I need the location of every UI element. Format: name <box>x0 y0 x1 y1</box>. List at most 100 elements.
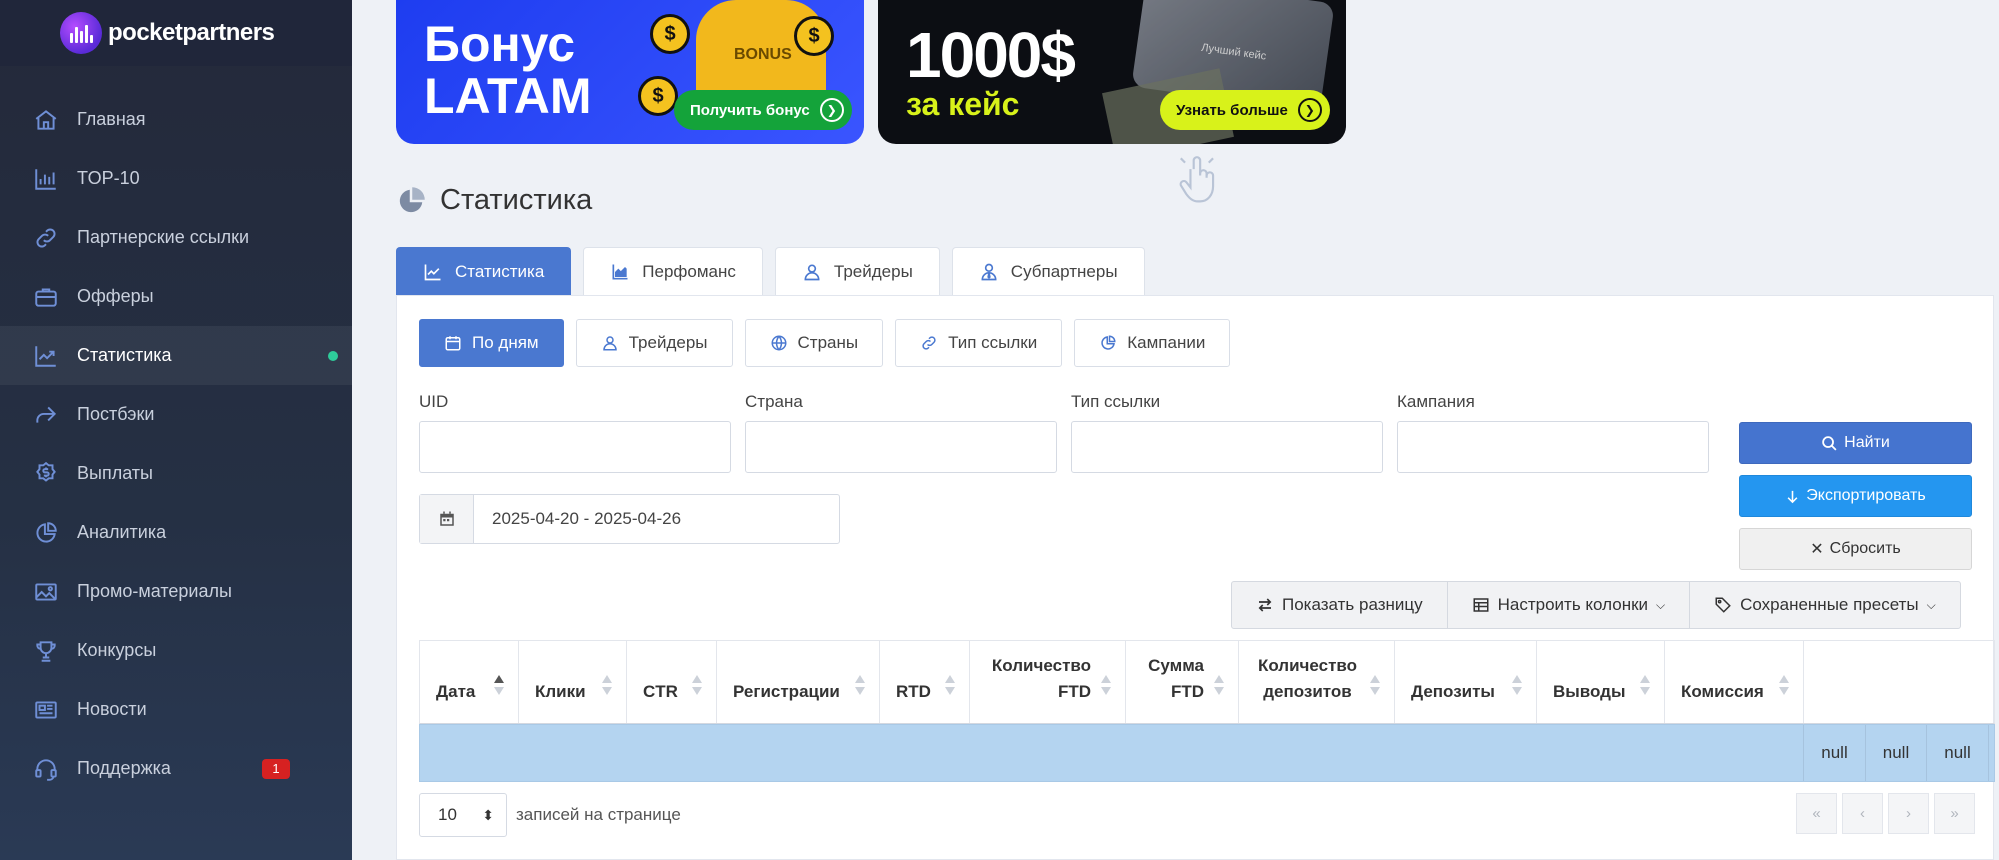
pagination: « ‹ › » <box>1796 793 1975 834</box>
tab-traders[interactable]: Трейдеры <box>774 247 940 295</box>
table-icon <box>1473 598 1489 612</box>
reset-label: Сбросить <box>1829 540 1901 557</box>
support-badge: 1 <box>262 758 290 779</box>
grouping-subtabs: По дням Трейдеры Страны Тип ссылки Кампа… <box>419 319 1231 367</box>
sidebar-item-postbacks[interactable]: Постбэки <box>0 385 352 444</box>
arrow-right-circle-icon: ❯ <box>819 98 844 122</box>
sidebar-item-top10[interactable]: TOP-10 <box>0 149 352 208</box>
last-page-button[interactable]: » <box>1934 793 1975 834</box>
find-button[interactable]: Найти <box>1739 422 1972 464</box>
brand-logo[interactable]: pocketpartners <box>0 0 352 66</box>
sidebar-nav: Главная TOP-10 Партнерские ссылки Офферы… <box>0 90 352 798</box>
country-select[interactable] <box>745 421 1057 473</box>
first-page-button[interactable]: « <box>1796 793 1837 834</box>
table-cell: null <box>1927 725 1989 781</box>
bar-chart-icon <box>33 166 59 192</box>
learn-more-button[interactable]: Узнать больше ❯ <box>1160 90 1330 130</box>
subtab-traders[interactable]: Трейдеры <box>575 319 733 367</box>
tab-label: Трейдеры <box>833 261 913 281</box>
sidebar-item-support[interactable]: Поддержка 1 <box>0 739 352 798</box>
prev-page-button[interactable]: ‹ <box>1842 793 1883 834</box>
tab-statistics[interactable]: Статистика <box>396 247 572 295</box>
sidebar-item-home[interactable]: Главная <box>0 90 352 149</box>
column-header-label: Количество FTD <box>991 656 1091 701</box>
sidebar-item-news[interactable]: Новости <box>0 680 352 739</box>
saved-presets-button[interactable]: Сохраненные пресеты ⌵ <box>1690 582 1960 628</box>
tab-subpartners[interactable]: Субпартнеры <box>951 247 1145 295</box>
briefcase-icon <box>33 284 59 310</box>
column-header-label: Регистрации <box>733 682 840 701</box>
date-range-picker[interactable]: 2025-04-20 - 2025-04-26 <box>419 494 840 544</box>
column-header-label: RTD <box>896 682 931 701</box>
column-header-ftd-count[interactable]: Количество FTD <box>970 641 1126 723</box>
sort-icon <box>855 675 865 697</box>
column-header-commission[interactable]: Комиссия <box>1665 641 1804 723</box>
sidebar-item-partner-links[interactable]: Партнерские ссылки <box>0 208 352 267</box>
subtab-label: Кампании <box>1127 333 1206 352</box>
subtab-countries[interactable]: Страны <box>744 319 884 367</box>
column-header-deposit-count[interactable]: Количество депозитов <box>1239 641 1395 723</box>
sidebar-item-promo[interactable]: Промо-материалы <box>0 562 352 621</box>
pie-chart-icon <box>399 186 425 212</box>
sidebar-item-label: Конкурсы <box>77 640 157 660</box>
column-header-clicks[interactable]: Клики <box>519 641 627 723</box>
column-header-label: Количество депозитов <box>1257 656 1358 701</box>
table-tools: Показать разницу Настроить колонки ⌵ Сох… <box>1231 581 1961 629</box>
find-label: Найти <box>1844 434 1890 451</box>
column-header-withdrawals[interactable]: Выводы <box>1537 641 1665 723</box>
column-header-rtd[interactable]: RTD <box>880 641 970 723</box>
configure-columns-button[interactable]: Настроить колонки ⌵ <box>1448 582 1691 628</box>
table-row[interactable]: null null null <box>419 724 1995 782</box>
campaign-select[interactable] <box>1397 421 1709 473</box>
column-header-label: Комиссия <box>1681 682 1764 701</box>
table-footer: 10 записей на странице « ‹ › » <box>419 793 1995 837</box>
link-type-select[interactable] <box>1071 421 1383 473</box>
column-header-date[interactable]: Дата <box>420 641 519 723</box>
subtab-by-days[interactable]: По дням <box>419 319 564 367</box>
close-icon: ✕ <box>1810 541 1824 558</box>
subtab-link-type[interactable]: Тип ссылки <box>895 319 1063 367</box>
tags-icon <box>1715 597 1731 613</box>
banner-amount: 1000$ <box>906 19 1076 91</box>
calendar-icon <box>445 336 461 351</box>
pie-chart-icon <box>33 520 59 546</box>
link-icon <box>922 336 936 350</box>
sort-icon <box>1101 675 1111 697</box>
per-page-select[interactable]: 10 <box>419 793 507 837</box>
best-case-banner[interactable]: Лучший кейс 1000$ за кейс Узнать больше … <box>878 0 1346 144</box>
exchange-icon <box>1258 598 1272 612</box>
sidebar-item-statistics[interactable]: Статистика <box>0 326 352 385</box>
learn-more-label: Узнать больше <box>1176 101 1288 119</box>
image-icon <box>33 579 59 605</box>
dollar-badge-icon <box>33 461 59 487</box>
column-header-ctr[interactable]: CTR <box>627 641 717 723</box>
table-header: Дата Клики CTR Регистрации RTD Количеств… <box>419 640 1995 724</box>
next-page-button[interactable]: › <box>1888 793 1929 834</box>
tab-performance[interactable]: Перфоманс <box>583 247 763 295</box>
banner-title-line2: LATAM <box>424 68 592 124</box>
date-range-value[interactable]: 2025-04-20 - 2025-04-26 <box>474 495 839 543</box>
stats-tabs: Статистика Перфоманс Трейдеры Субпартнер… <box>396 247 1145 295</box>
tab-label: Субпартнеры <box>1010 261 1118 281</box>
column-header-deposits[interactable]: Депозиты <box>1395 641 1537 723</box>
subtab-label: Трейдеры <box>628 333 708 352</box>
export-button[interactable]: Экспортировать <box>1739 475 1972 517</box>
newspaper-icon <box>33 697 59 723</box>
uid-input[interactable] <box>419 421 731 473</box>
sidebar-item-label: Поддержка <box>77 758 171 778</box>
column-header-registrations[interactable]: Регистрации <box>717 641 880 723</box>
show-diff-button[interactable]: Показать разницу <box>1232 582 1448 628</box>
column-header-ftd-sum[interactable]: Сумма FTD <box>1126 641 1239 723</box>
get-bonus-button[interactable]: Получить бонус ❯ <box>674 90 852 130</box>
column-header-label: Дата <box>436 682 476 701</box>
reset-button[interactable]: ✕ Сбросить <box>1739 528 1972 570</box>
subtab-campaigns[interactable]: Кампании <box>1074 319 1231 367</box>
sidebar-item-contests[interactable]: Конкурсы <box>0 621 352 680</box>
bonus-latam-banner[interactable]: Бонус LATAM BONUS $ $ $ Получить бонус ❯ <box>396 0 864 144</box>
pie-chart-icon <box>1101 335 1116 350</box>
calendar-icon[interactable] <box>420 495 474 543</box>
statistics-table: Дата Клики CTR Регистрации RTD Количеств… <box>419 640 1995 782</box>
sidebar-item-offers[interactable]: Офферы <box>0 267 352 326</box>
sidebar-item-analytics[interactable]: Аналитика <box>0 503 352 562</box>
sidebar-item-payouts[interactable]: Выплаты <box>0 444 352 503</box>
